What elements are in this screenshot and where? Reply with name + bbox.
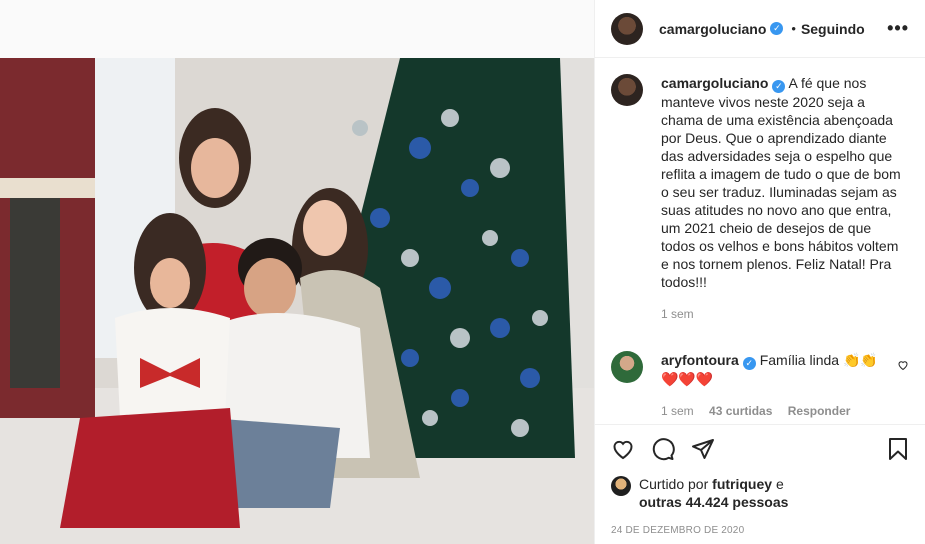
verified-badge-icon: ✓: [742, 357, 756, 370]
separator-dot: •: [791, 21, 796, 36]
page-background: [0, 0, 594, 58]
following-button[interactable]: Seguindo: [801, 21, 865, 37]
post-side-panel: camargoluciano ✓ • Seguindo ••• camargol…: [594, 0, 925, 544]
post-actions: Curtido por futriquey e outras 44.424 pe…: [595, 424, 925, 536]
comments-section[interactable]: camargoluciano ✓ A fé que nos manteve viv…: [595, 58, 925, 424]
liker-avatar: [611, 476, 631, 496]
caption-comment: camargoluciano ✓ A fé que nos manteve viv…: [611, 74, 909, 323]
likes-others-count[interactable]: outras 44.424 pessoas: [639, 494, 788, 510]
likes-summary[interactable]: Curtido por futriquey e outras 44.424 pe…: [611, 475, 910, 511]
comment-row: aryfontoura ✓ Família linda 👏👏❤️❤️❤️ 1 se…: [611, 351, 909, 420]
commenter-username[interactable]: aryfontoura: [661, 352, 739, 368]
comment-like-heart-icon[interactable]: [897, 359, 909, 374]
verified-badge-icon: ✓: [770, 22, 784, 35]
commenter-avatar[interactable]: [611, 351, 643, 383]
bookmark-icon[interactable]: [886, 437, 910, 464]
comment-timestamp[interactable]: 1 sem: [661, 404, 694, 418]
comment-icon[interactable]: [651, 437, 675, 464]
liked-by-mid: e: [775, 476, 784, 492]
post-date[interactable]: 24 DE DEZEMBRO DE 2020: [611, 525, 910, 536]
caption-author-avatar[interactable]: [611, 74, 643, 106]
caption-meta: 1 sem: [661, 305, 909, 323]
liker-username[interactable]: futriquey: [712, 476, 772, 492]
post-photo[interactable]: [0, 58, 594, 544]
author-username[interactable]: camargoluciano: [659, 21, 766, 37]
reply-button[interactable]: Responder: [788, 404, 851, 418]
post-header: camargoluciano ✓ • Seguindo •••: [595, 0, 925, 58]
liked-by-prefix: Curtido por: [639, 476, 709, 492]
more-options-icon[interactable]: •••: [887, 18, 909, 39]
family-christmas-photo: [0, 58, 594, 544]
caption-timestamp[interactable]: 1 sem: [661, 307, 694, 321]
comment-likes-count[interactable]: 43 curtidas: [709, 404, 772, 418]
share-icon[interactable]: [691, 437, 715, 464]
caption-text: A fé que nos manteve vivos neste 2020 se…: [661, 75, 901, 290]
heart-icon[interactable]: [611, 437, 635, 464]
comment-meta: 1 sem 43 curtidas Responder: [661, 402, 879, 420]
author-avatar[interactable]: [611, 12, 643, 45]
verified-badge-icon: ✓: [772, 80, 786, 93]
action-icons-bar: [611, 435, 910, 465]
caption-author-username[interactable]: camargoluciano: [661, 75, 768, 91]
